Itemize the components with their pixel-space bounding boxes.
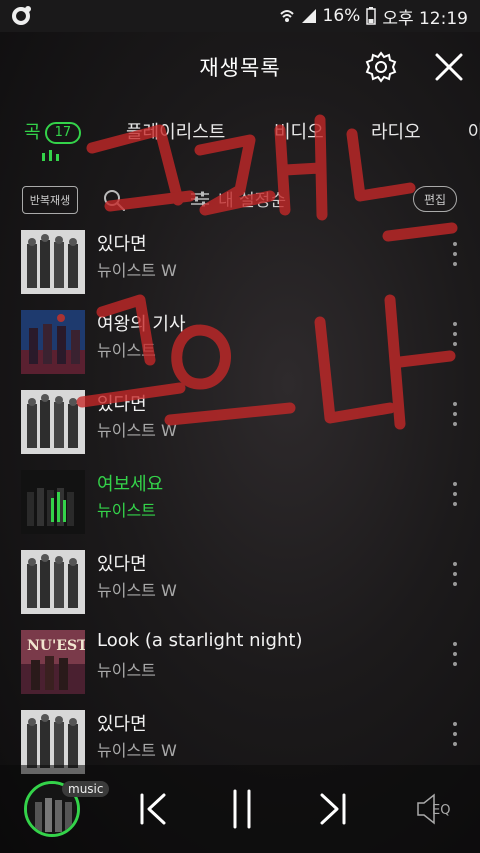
song-row[interactable]: 있다면 뉴이스트 W [0,542,480,622]
album-art-hello [21,470,85,534]
tab-playlists[interactable]: 플레이리스트 [126,118,225,144]
tab-videos[interactable]: 비디오 [274,118,324,144]
sort-label: 내 설정순 [218,191,286,211]
pause-icon[interactable] [222,787,262,831]
sort-button[interactable]: 내 설정순 [190,186,286,211]
song-title: 있다면 [97,554,147,575]
song-row-now-playing[interactable]: 여보세요 뉴이스트 [0,462,480,542]
more-options-icon[interactable] [447,322,463,346]
equalizer-indicator-icon [42,150,59,161]
more-options-icon[interactable] [447,562,463,586]
tab-songs[interactable]: 곡 17 [24,118,82,144]
album-art-nuest-w [21,390,85,454]
album-art-queens-knight [21,310,85,374]
status-bar: 16% 오후 12:19 [0,0,480,32]
more-options-icon[interactable] [447,482,463,506]
speaker-icon: EQ [417,793,450,825]
song-artist: 뉴이스트 W [97,261,177,280]
song-title: Look (a starlight night) [97,630,303,651]
more-options-icon[interactable] [447,242,463,266]
close-icon[interactable] [432,50,466,84]
album-art-nuest-logo: NU'EST [21,630,85,694]
list-toolbar: 반복재생 내 설정순 편집 [0,180,480,220]
repeat-button[interactable]: 반복재생 [22,186,78,214]
battery-icon [366,7,377,25]
song-row[interactable]: NU'EST Look (a starlight night) 뉴이스트 [0,622,480,702]
tab-songs-count-badge: 17 [44,122,82,144]
eq-label: EQ [432,803,450,818]
album-logo-text: NU'EST [27,638,85,654]
battery-percent: 16% [322,6,361,26]
wifi-icon [279,10,294,22]
tab-radio[interactable]: 라디오 [371,118,421,144]
mini-player: music EQ [0,765,480,853]
song-title: 있다면 [97,714,147,735]
tab-more[interactable]: 아 [468,118,480,144]
next-track-icon[interactable] [312,787,352,831]
settings-gear-icon[interactable] [364,50,398,84]
sort-sliders-icon [191,191,209,206]
album-art-nuest-w [21,550,85,614]
tab-bar: 곡 17 플레이리스트 비디오 라디오 아 [0,110,480,156]
song-artist: 뉴이스트 W [97,741,177,760]
song-artist: 뉴이스트 W [97,421,177,440]
song-artist: 뉴이스트 [97,661,156,680]
album-art-nuest-w [21,230,85,294]
song-title: 여보세요 [97,474,164,495]
header: 재생목록 [0,32,480,102]
song-title: 있다면 [97,394,147,415]
previous-track-icon[interactable] [134,787,174,831]
song-artist: 뉴이스트 [97,341,156,360]
song-artist: 뉴이스트 W [97,581,177,600]
song-title: 있다면 [97,234,147,255]
song-list: 있다면 뉴이스트 W 여왕의 기사 뉴이스트 있다면 뉴이스트 W 여보세요 뉴… [0,222,480,782]
song-title: 여왕의 기사 [97,314,186,335]
song-artist: 뉴이스트 [97,501,156,520]
tab-songs-label: 곡 [24,122,41,143]
clock: 오후 12:19 [382,8,468,29]
equalizer-button[interactable]: EQ [414,791,460,827]
song-row[interactable]: 여왕의 기사 뉴이스트 [0,302,480,382]
app-notification-icon [12,6,31,25]
signal-icon [301,9,316,23]
search-icon[interactable] [102,188,126,212]
music-badge: music [62,781,110,797]
more-options-icon[interactable] [447,642,463,666]
more-options-icon[interactable] [447,402,463,426]
song-row[interactable]: 있다면 뉴이스트 W [0,382,480,462]
more-options-icon[interactable] [447,722,463,746]
song-row[interactable]: 있다면 뉴이스트 W [0,222,480,302]
edit-button[interactable]: 편집 [413,186,457,212]
page-title: 재생목록 [199,56,281,80]
